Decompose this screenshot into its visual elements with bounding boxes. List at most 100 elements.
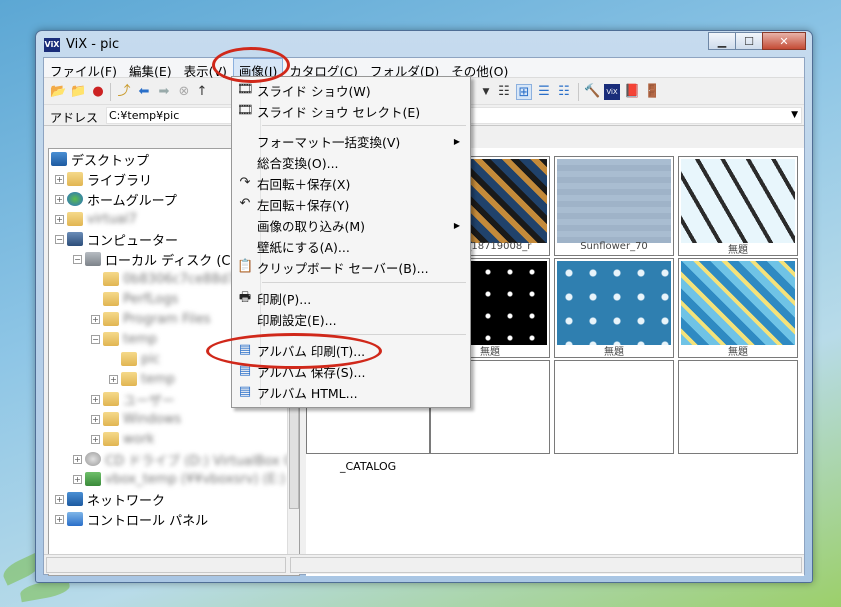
catalog-label[interactable]: _CATALOG xyxy=(340,460,396,473)
title-bar[interactable]: ViX ViX - pic ▁ ☐ ✕ xyxy=(36,31,812,57)
tree-item-network[interactable]: + ネットワーク xyxy=(55,489,165,509)
dropdown-arrow-icon[interactable]: ▼ xyxy=(478,84,494,100)
expand-icon[interactable]: + xyxy=(55,514,64,524)
menu-item-wallpaper[interactable]: 壁紙にする(A)... xyxy=(234,236,468,256)
details-view-icon[interactable]: ☷ xyxy=(496,84,512,100)
menu-item-clipboard-saver[interactable]: 📋 クリップボード セーバー(B)... xyxy=(234,257,468,277)
up-arrow-icon[interactable]: ↑ xyxy=(194,84,210,100)
folder-icon xyxy=(103,412,119,426)
menu-folder[interactable]: フォルダ(D) xyxy=(364,58,445,79)
tree-item-cd-drive[interactable]: + CD ドライブ (D:) VirtualBox G xyxy=(73,449,294,469)
film-select-icon: 🎞 xyxy=(237,103,254,118)
menu-item-import[interactable]: 画像の取り込み(M) ▶ xyxy=(234,215,468,235)
tree-label: ローカル ディスク (C: xyxy=(105,253,235,269)
vix-icon[interactable]: ViX xyxy=(604,84,620,100)
tree-item-local-disk[interactable]: − ローカル ディスク (C: xyxy=(73,249,235,269)
expand-icon[interactable]: + xyxy=(55,214,64,224)
toolbar-separator xyxy=(578,83,579,101)
menu-item-batch-convert[interactable]: フォーマット一括変換(V) ▶ xyxy=(234,131,468,151)
collapse-icon[interactable]: − xyxy=(73,254,82,264)
tree-item-homegroup[interactable]: + ホームグループ xyxy=(55,189,177,209)
menu-item-rotate-left[interactable]: ↶ 左回転＋保存(Y) xyxy=(234,194,468,214)
menu-item-slideshow-select[interactable]: 🎞 スライド ショウ セレクト(E) xyxy=(234,101,468,121)
menu-other[interactable]: その他(O) xyxy=(445,58,514,79)
tree-item-computer[interactable]: − コンピューター xyxy=(55,229,178,249)
tree-item-work[interactable]: + work xyxy=(91,429,154,449)
tree-item-program-files[interactable]: + Program Files xyxy=(91,309,211,329)
thumbnail-image xyxy=(557,159,671,243)
tree-label: ネットワーク xyxy=(87,493,166,509)
collapse-icon[interactable]: − xyxy=(55,234,64,244)
menu-edit[interactable]: 編集(E) xyxy=(123,58,178,79)
menu-item-print-settings[interactable]: 印刷設定(E)... xyxy=(234,309,468,329)
book-icon[interactable]: 📕 xyxy=(624,84,640,100)
toolbar-separator xyxy=(110,83,111,101)
tree-item-library[interactable]: + ライブラリ xyxy=(55,169,152,189)
thumbnail-label: 無題 xyxy=(728,245,748,255)
tree-item-temp-sub[interactable]: + temp xyxy=(109,369,175,389)
expand-icon[interactable]: + xyxy=(91,314,100,324)
collapse-icon[interactable]: − xyxy=(91,334,100,344)
close-button[interactable]: ✕ xyxy=(762,32,806,50)
menu-file[interactable]: ファイル(F) xyxy=(44,58,123,79)
tree-label: temp xyxy=(123,331,158,347)
door-icon[interactable]: 🚪 xyxy=(644,84,660,100)
open-folder-icon[interactable]: 📂 xyxy=(50,84,66,100)
expand-icon[interactable]: + xyxy=(55,174,64,184)
folder-icon xyxy=(103,292,119,306)
folder-icon xyxy=(103,432,119,446)
thumbnail-item[interactable]: Sunflower_70 xyxy=(554,156,674,256)
expand-icon[interactable]: + xyxy=(73,474,82,484)
expand-icon[interactable]: + xyxy=(73,454,82,464)
minimize-button[interactable]: ▁ xyxy=(708,32,736,50)
list-view-icon[interactable]: ☰ xyxy=(536,84,552,100)
up-folder-icon[interactable]: ⤴ xyxy=(116,84,132,100)
expand-icon[interactable]: + xyxy=(91,414,100,424)
menu-item-rotate-right[interactable]: ↷ 右回転＋保存(X) xyxy=(234,173,468,193)
tree-label: work xyxy=(123,431,155,447)
tree-item-control-panel[interactable]: + コントロール パネル xyxy=(55,509,208,529)
tree-item-perflogs[interactable]: PerfLogs xyxy=(103,289,178,309)
menu-catalog[interactable]: カタログ(C) xyxy=(283,58,363,79)
computer-icon xyxy=(67,232,83,246)
menu-item-album-html[interactable]: ▤ アルバム HTML... xyxy=(234,382,468,402)
red-dot-icon[interactable]: ● xyxy=(90,84,106,100)
tree-item-user[interactable]: + virtual7 xyxy=(55,209,137,229)
forward-arrow-icon[interactable]: ➡ xyxy=(156,84,172,100)
submenu-arrow-icon: ▶ xyxy=(453,136,460,146)
tree-label: pic xyxy=(141,351,161,367)
menu-item-slideshow[interactable]: 🎞 スライド ショウ(W) xyxy=(234,80,468,100)
back-arrow-icon[interactable]: ⬅ xyxy=(136,84,152,100)
maximize-button[interactable]: ☐ xyxy=(735,32,763,50)
expand-icon[interactable]: + xyxy=(91,434,100,444)
tree-item-windows[interactable]: + Windows xyxy=(91,409,181,429)
thumbnail-empty xyxy=(554,360,674,454)
tree-item-desktop[interactable]: デスクトップ xyxy=(51,149,149,169)
menu-item-label: クリップボード セーバー(B)... xyxy=(257,260,429,276)
expand-icon[interactable]: + xyxy=(55,194,64,204)
menu-item-total-convert[interactable]: 総合変換(O)... xyxy=(234,152,468,172)
menu-item-print[interactable]: 🖶 印刷(P)... xyxy=(234,288,468,308)
desktop-icon xyxy=(51,152,67,166)
thumbnail-item[interactable]: 無題 xyxy=(554,258,674,358)
thumbnail-label: 無題 xyxy=(604,347,624,357)
stop-icon[interactable]: ⊗ xyxy=(176,84,192,100)
library-icon xyxy=(67,172,83,186)
tree-item-network-drive[interactable]: + vbox_temp (¥¥vboxsrv) (E:) xyxy=(73,469,285,489)
tree-item-pic[interactable]: pic xyxy=(121,349,160,369)
tree-item-temp[interactable]: − temp xyxy=(91,329,157,349)
expand-icon[interactable]: + xyxy=(109,374,118,384)
address-dropdown-icon[interactable]: ▼ xyxy=(791,110,798,120)
expand-icon[interactable]: + xyxy=(91,394,100,404)
tree-item-users[interactable]: + ユーザー xyxy=(91,389,175,409)
thumbnail-item[interactable]: 無題 xyxy=(678,156,798,256)
thumbnail-item[interactable]: 無題 xyxy=(678,258,798,358)
small-icons-view-icon[interactable]: ☷ xyxy=(556,84,572,100)
thumbnail-image xyxy=(557,261,671,345)
hammer-icon[interactable]: 🔨 xyxy=(584,84,600,100)
new-folder-icon[interactable]: 📁 xyxy=(70,84,86,100)
large-icons-view-icon[interactable]: ⊞ xyxy=(516,84,532,100)
tree-item-folder[interactable]: 0b8306c7ce88d71 xyxy=(103,269,245,289)
expand-icon[interactable]: + xyxy=(55,494,64,504)
menu-item-label: スライド ショウ(W) xyxy=(257,83,371,99)
